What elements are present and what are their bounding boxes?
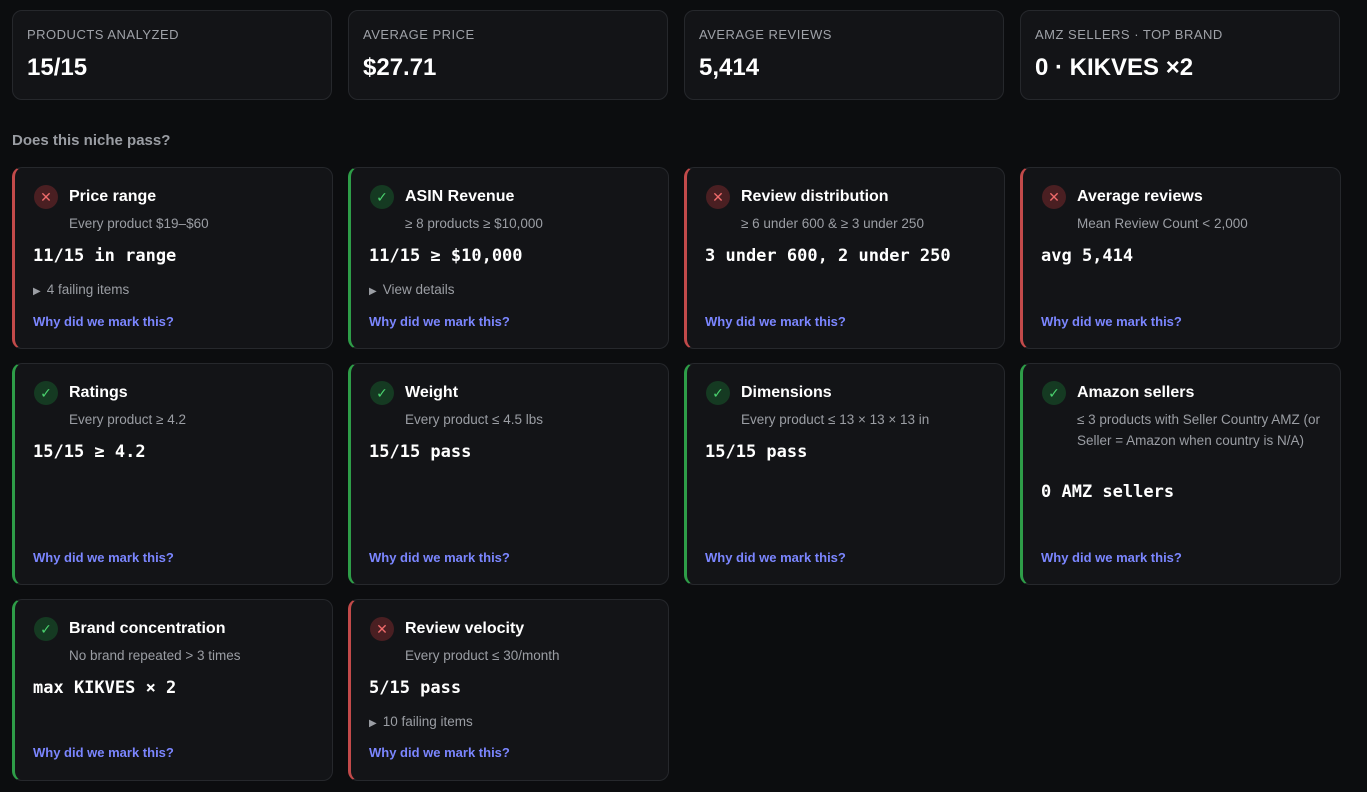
x-icon: ✕ [34,185,58,209]
check-icon: ✓ [34,617,58,641]
criterion-card-dimensions: ✓ Dimensions Every product ≤ 13 × 13 × 1… [684,363,1005,585]
check-icon: ✓ [1042,381,1066,405]
why-marked-link[interactable]: Why did we mark this? [369,314,510,329]
x-icon: ✕ [1042,185,1066,209]
card-title: Dimensions [741,384,832,401]
details-label: 10 failing items [382,714,473,729]
details-label: View details [382,282,455,297]
stat-label: PRODUCTS ANALYZED [27,27,180,42]
why-marked-link[interactable]: Why did we mark this? [33,314,174,329]
card-subtitle: Every product ≥ 4.2 [69,412,186,427]
details-toggle[interactable]: ▶ 4 failing items [33,282,129,297]
check-icon: ✓ [706,381,730,405]
card-metric: 11/15 in range [33,246,177,266]
stat-label: AVERAGE PRICE [363,27,475,42]
check-icon: ✓ [370,381,394,405]
card-metric: 11/15 ≥ $10,000 [369,246,523,266]
card-metric: 5/15 pass [369,678,462,698]
card-title: Weight [405,384,459,401]
card-subtitle: ≥ 8 products ≥ $10,000 [405,216,543,231]
stat-label: AVERAGE REVIEWS [699,27,832,42]
details-toggle[interactable]: ▶ 10 failing items [369,714,473,729]
card-title: Review velocity [405,620,525,637]
card-metric: 3 under 600, 2 under 250 [705,246,951,266]
card-subtitle: ≥ 6 under 600 & ≥ 3 under 250 [741,216,924,231]
check-icon: ✓ [370,185,394,209]
card-title: Brand concentration [69,620,226,637]
why-marked-link[interactable]: Why did we mark this? [705,314,846,329]
card-metric: 15/15 pass [369,442,472,462]
caret-right-icon: ▶ [33,286,41,297]
card-metric: 0 AMZ sellers [1041,482,1175,502]
card-metric: 15/15 pass [705,442,808,462]
why-marked-link[interactable]: Why did we mark this? [705,550,846,565]
why-marked-link[interactable]: Why did we mark this? [369,550,510,565]
x-icon: ✕ [706,185,730,209]
card-metric: max KIKVES × 2 [33,678,177,698]
criterion-card-price-range: ✕ Price range Every product $19–$60 11/1… [12,167,333,349]
stat-products-analyzed: PRODUCTS ANALYZED 15/15 [12,10,332,100]
card-subtitle: Every product ≤ 4.5 lbs [405,412,543,427]
x-icon: ✕ [370,617,394,641]
details-label: 4 failing items [46,282,130,297]
stat-average-price: AVERAGE PRICE $27.71 [348,10,668,100]
card-title: Price range [69,188,157,205]
criterion-card-review-distribution: ✕ Review distribution ≥ 6 under 600 & ≥ … [684,167,1005,349]
card-metric: avg 5,414 [1041,246,1134,266]
why-marked-link[interactable]: Why did we mark this? [33,550,174,565]
card-metric: 15/15 ≥ 4.2 [33,442,146,462]
card-title: ASIN Revenue [405,188,515,205]
stat-value: 0 · KIKVES ×2 [1035,54,1194,81]
caret-right-icon: ▶ [369,286,377,297]
stat-average-reviews: AVERAGE REVIEWS 5,414 [684,10,1004,100]
check-icon: ✓ [34,381,58,405]
card-subtitle: Mean Review Count < 2,000 [1077,216,1248,231]
criterion-card-weight: ✓ Weight Every product ≤ 4.5 lbs 15/15 p… [348,363,669,585]
criterion-card-average-reviews: ✕ Average reviews Mean Review Count < 2,… [1020,167,1341,349]
criterion-card-ratings: ✓ Ratings Every product ≥ 4.2 15/15 ≥ 4.… [12,363,333,585]
criterion-card-asin-revenue: ✓ ASIN Revenue ≥ 8 products ≥ $10,000 11… [348,167,669,349]
stat-label: AMZ SELLERS · TOP BRAND [1035,27,1223,42]
card-title: Amazon sellers [1077,384,1195,401]
why-marked-link[interactable]: Why did we mark this? [1041,314,1182,329]
card-title: Review distribution [741,188,889,205]
section-title: Does this niche pass? [12,132,171,149]
stat-value: 5,414 [699,54,760,81]
why-marked-link[interactable]: Why did we mark this? [369,745,510,760]
stat-value: 15/15 [27,54,88,81]
criterion-card-amazon-sellers: ✓ Amazon sellers ≤ 3 products with Selle… [1020,363,1341,585]
caret-right-icon: ▶ [369,718,377,729]
card-subtitle: No brand repeated > 3 times [69,648,241,663]
stat-value: $27.71 [363,54,437,81]
criterion-card-review-velocity: ✕ Review velocity Every product ≤ 30/mon… [348,599,669,781]
why-marked-link[interactable]: Why did we mark this? [33,745,174,760]
card-subtitle: ≤ 3 products with Seller Country AMZ (or… [1077,412,1320,448]
card-title: Average reviews [1077,188,1203,205]
card-subtitle: Every product ≤ 30/month [405,648,560,663]
why-marked-link[interactable]: Why did we mark this? [1041,550,1182,565]
card-subtitle: Every product ≤ 13 × 13 × 13 in [741,412,930,427]
stat-amz-sellers-top-brand: AMZ SELLERS · TOP BRAND 0 · KIKVES ×2 [1020,10,1340,100]
criterion-card-brand-concentration: ✓ Brand concentration No brand repeated … [12,599,333,781]
card-subtitle: Every product $19–$60 [69,216,209,231]
details-toggle[interactable]: ▶ View details [369,282,455,297]
card-title: Ratings [69,384,128,401]
